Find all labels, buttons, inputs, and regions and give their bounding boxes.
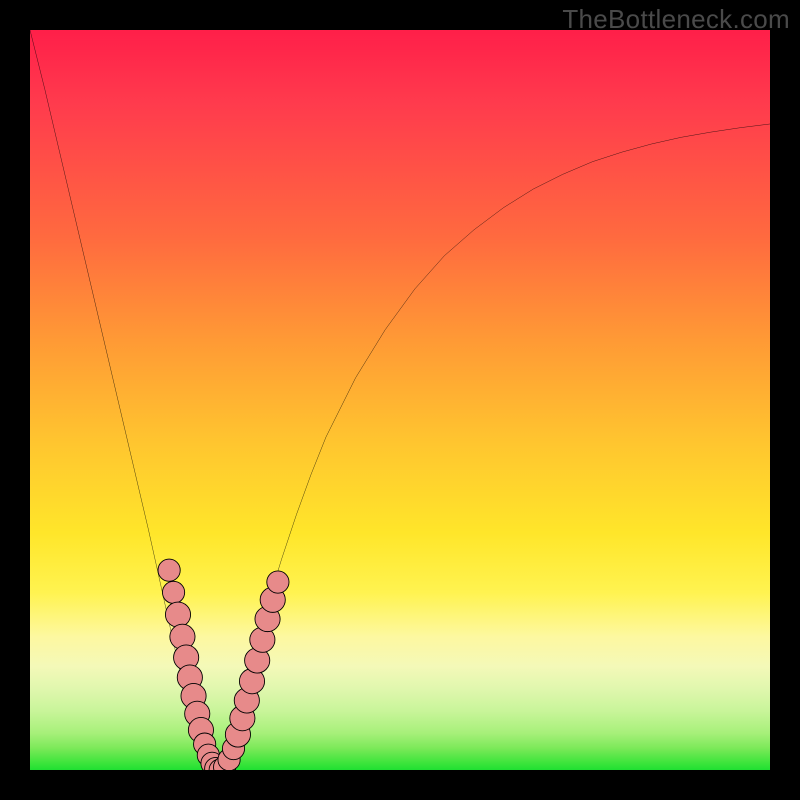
chart-svg xyxy=(30,30,770,770)
curve-markers xyxy=(158,559,289,770)
curve-marker xyxy=(267,571,289,593)
watermark-text: TheBottleneck.com xyxy=(562,4,790,35)
curve-marker xyxy=(162,581,184,603)
curve-marker xyxy=(158,559,180,581)
chart-frame: TheBottleneck.com xyxy=(0,0,800,800)
curve-marker xyxy=(165,602,190,627)
bottleneck-curve xyxy=(30,30,770,770)
chart-plot-area xyxy=(30,30,770,770)
